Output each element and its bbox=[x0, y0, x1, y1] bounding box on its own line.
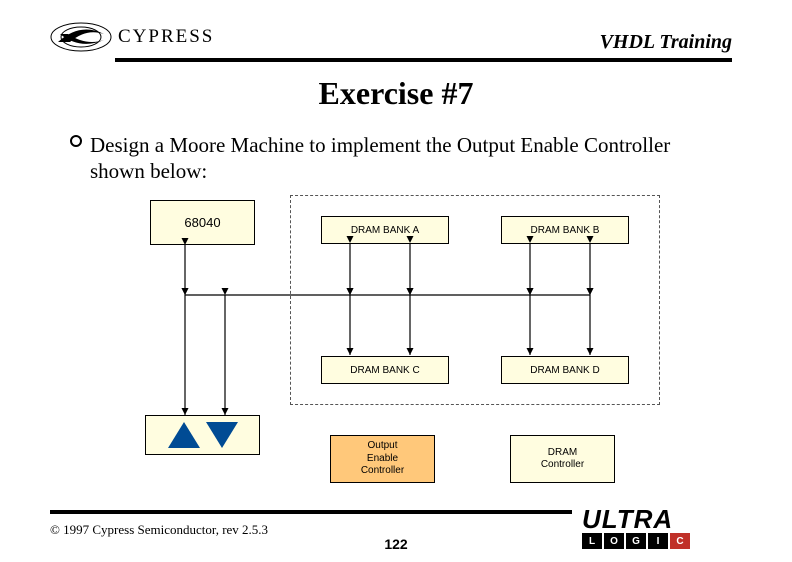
output-enable-controller-block: Output Enable Controller bbox=[330, 435, 435, 483]
ultra-cell-c: C bbox=[670, 533, 690, 549]
ultra-cell-l: L bbox=[582, 533, 602, 549]
oec-line1: Output bbox=[367, 440, 397, 453]
cpu-block: 68040 bbox=[150, 200, 255, 245]
ultra-cells: L O G I C bbox=[582, 533, 737, 549]
header: CYPRESS VHDL Training bbox=[50, 20, 732, 54]
ultra-cell-i: I bbox=[648, 533, 668, 549]
dram-bank-a: DRAM BANK A bbox=[321, 216, 449, 244]
ultra-word: ULTRA bbox=[582, 508, 737, 531]
triangle-up-icon bbox=[168, 422, 200, 448]
bullet-icon bbox=[70, 135, 82, 147]
dramctl-line2: Controller bbox=[541, 459, 584, 472]
header-title: VHDL Training bbox=[600, 31, 732, 54]
dramctl-line1: DRAM bbox=[548, 447, 577, 460]
cypress-logo-text: CYPRESS bbox=[118, 26, 214, 48]
dram-bank-c: DRAM BANK C bbox=[321, 356, 449, 384]
dram-controller-block: DRAM Controller bbox=[510, 435, 615, 483]
buffer-block bbox=[145, 415, 260, 455]
ultra-cell-g: G bbox=[626, 533, 646, 549]
ultra-cell-o: O bbox=[604, 533, 624, 549]
triangle-down-icon bbox=[206, 422, 238, 448]
oec-line2: Enable bbox=[367, 453, 398, 466]
ultra-logic-logo: ULTRA L O G I C bbox=[582, 508, 737, 553]
footer-rule bbox=[50, 510, 572, 514]
slide-title: Exercise #7 bbox=[0, 75, 792, 112]
dram-bank-b: DRAM BANK B bbox=[501, 216, 629, 244]
header-rule bbox=[115, 58, 732, 62]
block-diagram: 68040 DRAM BANK A DRAM BANK B DRAM BANK … bbox=[130, 195, 690, 495]
cypress-logo: CYPRESS bbox=[50, 20, 214, 54]
oec-line3: Controller bbox=[361, 465, 404, 478]
dram-group: DRAM BANK A DRAM BANK B DRAM BANK C DRAM… bbox=[290, 195, 660, 405]
slide: CYPRESS VHDL Training Exercise #7 Design… bbox=[0, 0, 792, 562]
cypress-logo-icon bbox=[50, 20, 112, 54]
bullet-text: Design a Moore Machine to implement the … bbox=[90, 133, 670, 183]
body-bullet: Design a Moore Machine to implement the … bbox=[90, 132, 672, 185]
dram-bank-d: DRAM BANK D bbox=[501, 356, 629, 384]
